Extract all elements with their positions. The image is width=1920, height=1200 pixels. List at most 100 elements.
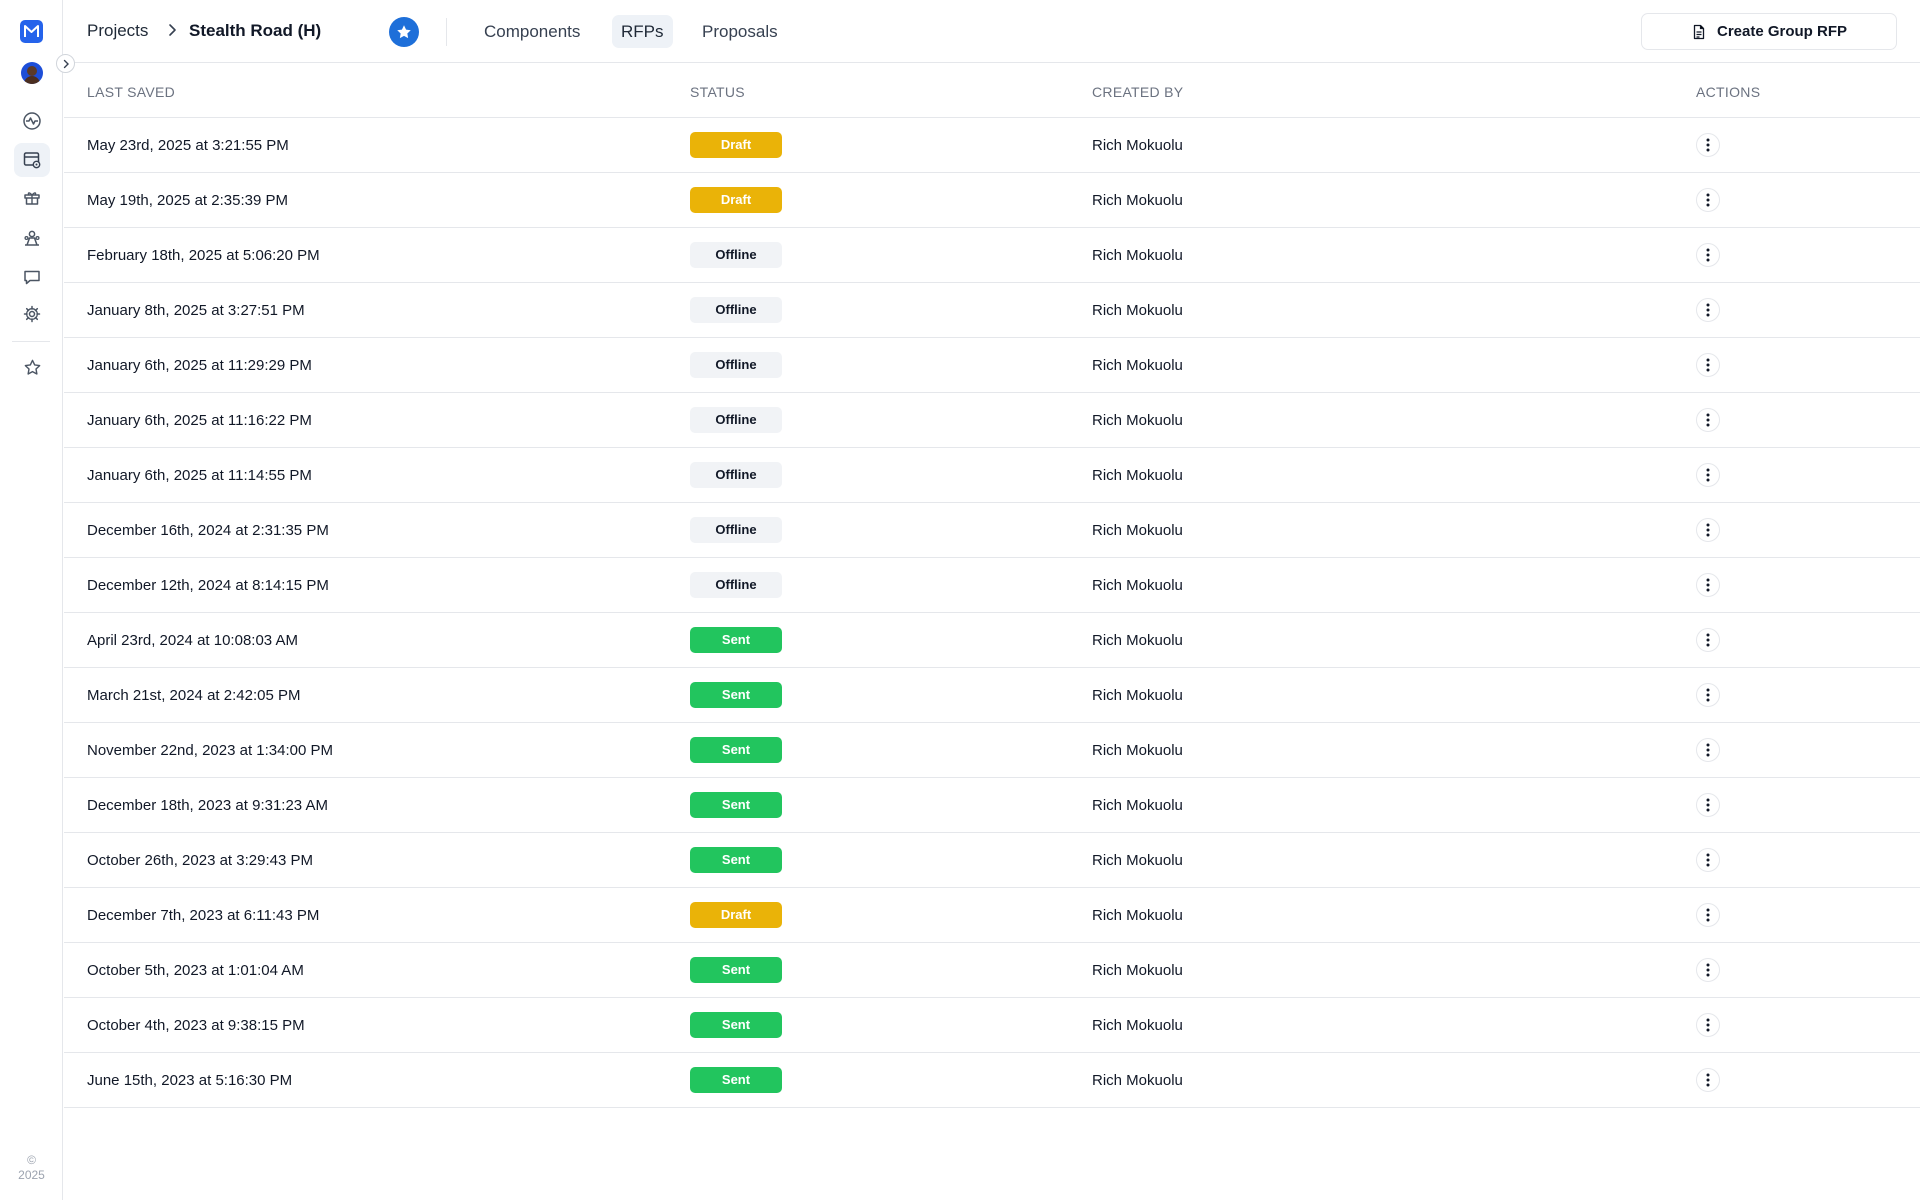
row-actions-button[interactable] xyxy=(1696,573,1720,597)
row-actions-button[interactable] xyxy=(1696,848,1720,872)
row-actions-button[interactable] xyxy=(1696,958,1720,982)
table-row[interactable]: May 19th, 2025 at 2:35:39 PM Draft Rich … xyxy=(64,173,1920,228)
table-row[interactable]: March 21st, 2024 at 2:42:05 PM Sent Rich… xyxy=(64,668,1920,723)
last-saved-cell: November 22nd, 2023 at 1:34:00 PM xyxy=(87,742,333,759)
row-actions-button[interactable] xyxy=(1696,903,1720,927)
left-sidebar: © 2025 xyxy=(0,0,63,1200)
table-row[interactable]: April 23rd, 2024 at 10:08:03 AM Sent Ric… xyxy=(64,613,1920,668)
created-by-cell: Rich Mokuolu xyxy=(1092,247,1183,264)
created-by-cell: Rich Mokuolu xyxy=(1092,797,1183,814)
more-vertical-icon xyxy=(1706,578,1710,592)
table-row[interactable]: October 26th, 2023 at 3:29:43 PM Sent Ri… xyxy=(64,833,1920,888)
status-badge: Sent xyxy=(690,682,782,708)
created-by-cell: Rich Mokuolu xyxy=(1092,192,1183,209)
table-row[interactable]: October 4th, 2023 at 9:38:15 PM Sent Ric… xyxy=(64,998,1920,1053)
tab-proposals[interactable]: Proposals xyxy=(693,15,787,48)
table-body: May 23rd, 2025 at 3:21:55 PM Draft Rich … xyxy=(64,118,1920,1108)
chevron-right-icon xyxy=(63,59,69,68)
row-actions-button[interactable] xyxy=(1696,1013,1720,1037)
breadcrumb-projects[interactable]: Projects xyxy=(87,21,148,41)
create-group-rfp-label: Create Group RFP xyxy=(1716,23,1848,40)
row-actions-button[interactable] xyxy=(1696,298,1720,322)
last-saved-cell: October 5th, 2023 at 1:01:04 AM xyxy=(87,962,304,979)
created-by-cell: Rich Mokuolu xyxy=(1092,467,1183,484)
created-by-cell: Rich Mokuolu xyxy=(1092,852,1183,869)
row-actions-button[interactable] xyxy=(1696,243,1720,267)
activity-icon[interactable] xyxy=(14,104,50,138)
team-icon[interactable] xyxy=(14,221,50,255)
breadcrumb-current-project: Stealth Road (H) xyxy=(189,21,322,40)
copyright-year: 2025 xyxy=(18,1168,45,1182)
sidebar-collapse-button[interactable] xyxy=(56,54,75,73)
row-actions-button[interactable] xyxy=(1696,628,1720,652)
table-row[interactable]: December 12th, 2024 at 8:14:15 PM Offlin… xyxy=(64,558,1920,613)
row-actions-button[interactable] xyxy=(1696,738,1720,762)
created-by-cell: Rich Mokuolu xyxy=(1092,522,1183,539)
table-row[interactable]: January 8th, 2025 at 3:27:51 PM Offline … xyxy=(64,283,1920,338)
last-saved-cell: December 7th, 2023 at 6:11:43 PM xyxy=(87,907,320,924)
row-actions-button[interactable] xyxy=(1696,353,1720,377)
copyright: © 2025 xyxy=(0,1153,63,1183)
table-row[interactable]: February 18th, 2025 at 5:06:20 PM Offlin… xyxy=(64,228,1920,283)
last-saved-cell: October 4th, 2023 at 9:38:15 PM xyxy=(87,1017,305,1034)
status-badge: Offline xyxy=(690,242,782,268)
column-header-status[interactable]: STATUS xyxy=(690,84,745,100)
table-row[interactable]: June 15th, 2023 at 5:16:30 PM Sent Rich … xyxy=(64,1053,1920,1108)
table-header: LAST SAVED STATUS CREATED BY ACTIONS xyxy=(64,63,1920,118)
status-badge: Sent xyxy=(690,1012,782,1038)
last-saved-cell: May 19th, 2025 at 2:35:39 PM xyxy=(87,192,288,209)
table-row[interactable]: October 5th, 2023 at 1:01:04 AM Sent Ric… xyxy=(64,943,1920,998)
table-row[interactable]: May 23rd, 2025 at 3:21:55 PM Draft Rich … xyxy=(64,118,1920,173)
settings-icon[interactable] xyxy=(14,297,50,331)
app-logo-icon[interactable] xyxy=(20,20,43,43)
row-actions-button[interactable] xyxy=(1696,188,1720,212)
components-icon[interactable] xyxy=(14,182,50,216)
favorite-star-button[interactable] xyxy=(389,17,419,47)
table-row[interactable]: December 18th, 2023 at 9:31:23 AM Sent R… xyxy=(64,778,1920,833)
row-actions-button[interactable] xyxy=(1696,408,1720,432)
table-row[interactable]: January 6th, 2025 at 11:16:22 PM Offline… xyxy=(64,393,1920,448)
row-actions-button[interactable] xyxy=(1696,463,1720,487)
row-actions-button[interactable] xyxy=(1696,683,1720,707)
rfps-table: LAST SAVED STATUS CREATED BY ACTIONS May… xyxy=(64,63,1920,1108)
top-header: Projects Stealth Road (H) Components RFP… xyxy=(64,0,1920,63)
last-saved-cell: January 6th, 2025 at 11:29:29 PM xyxy=(87,357,312,374)
row-actions-button[interactable] xyxy=(1696,793,1720,817)
more-vertical-icon xyxy=(1706,303,1710,317)
more-vertical-icon xyxy=(1706,798,1710,812)
status-badge: Sent xyxy=(690,847,782,873)
created-by-cell: Rich Mokuolu xyxy=(1092,962,1183,979)
table-row[interactable]: November 22nd, 2023 at 1:34:00 PM Sent R… xyxy=(64,723,1920,778)
last-saved-cell: January 6th, 2025 at 11:14:55 PM xyxy=(87,467,312,484)
status-badge: Offline xyxy=(690,517,782,543)
document-icon xyxy=(1693,24,1705,39)
tab-components[interactable]: Components xyxy=(475,15,589,48)
table-row[interactable]: January 6th, 2025 at 11:29:29 PM Offline… xyxy=(64,338,1920,393)
tab-rfps[interactable]: RFPs xyxy=(612,15,673,48)
more-vertical-icon xyxy=(1706,688,1710,702)
table-row[interactable]: December 7th, 2023 at 6:11:43 PM Draft R… xyxy=(64,888,1920,943)
more-vertical-icon xyxy=(1706,138,1710,152)
create-group-rfp-button[interactable]: Create Group RFP xyxy=(1641,13,1897,50)
copyright-symbol: © xyxy=(27,1153,36,1167)
favorites-star-icon[interactable] xyxy=(14,350,50,384)
row-actions-button[interactable] xyxy=(1696,133,1720,157)
more-vertical-icon xyxy=(1706,1018,1710,1032)
last-saved-cell: December 12th, 2024 at 8:14:15 PM xyxy=(87,577,329,594)
table-row[interactable]: January 6th, 2025 at 11:14:55 PM Offline… xyxy=(64,448,1920,503)
breadcrumb-chevron-icon xyxy=(167,22,177,43)
last-saved-cell: October 26th, 2023 at 3:29:43 PM xyxy=(87,852,313,869)
chat-icon[interactable] xyxy=(14,260,50,294)
created-by-cell: Rich Mokuolu xyxy=(1092,412,1183,429)
row-actions-button[interactable] xyxy=(1696,518,1720,542)
column-header-created-by[interactable]: CREATED BY xyxy=(1092,84,1183,100)
table-row[interactable]: December 16th, 2024 at 2:31:35 PM Offlin… xyxy=(64,503,1920,558)
column-header-last-saved[interactable]: LAST SAVED xyxy=(87,84,175,100)
row-actions-button[interactable] xyxy=(1696,1068,1720,1092)
rfp-browser-icon[interactable] xyxy=(14,143,50,177)
last-saved-cell: March 21st, 2024 at 2:42:05 PM xyxy=(87,687,301,704)
user-avatar[interactable] xyxy=(21,62,43,84)
more-vertical-icon xyxy=(1706,523,1710,537)
header-divider xyxy=(446,18,447,46)
status-badge: Offline xyxy=(690,352,782,378)
